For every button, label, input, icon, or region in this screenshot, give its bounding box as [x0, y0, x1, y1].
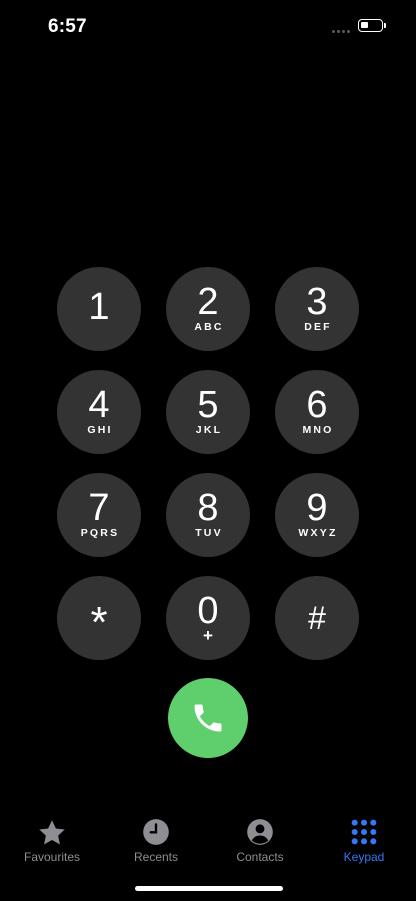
phone-icon	[194, 704, 222, 732]
key-digit: 5	[197, 384, 219, 426]
cellular-signal-icon	[332, 30, 350, 33]
key-5[interactable]: 5 JKL	[166, 370, 250, 454]
call-button[interactable]	[168, 678, 248, 758]
battery-icon	[358, 19, 383, 32]
key-digit: 8	[197, 487, 219, 529]
key-4[interactable]: 4 GHI	[57, 370, 141, 454]
tab-bar: Favourites Recents Contacts Keypad	[0, 810, 416, 870]
key-digit: 3	[306, 281, 328, 323]
tab-favourites[interactable]: Favourites	[0, 810, 104, 868]
key-letters: TUV	[195, 527, 223, 539]
key-letters: +	[203, 626, 213, 645]
key-letters: MNO	[302, 424, 334, 436]
key-7[interactable]: 7 PQRS	[57, 473, 141, 557]
key-9[interactable]: 9 WXYZ	[275, 473, 359, 557]
key-digit: 2	[197, 281, 219, 323]
key-letters: WXYZ	[298, 527, 338, 539]
key-letters: PQRS	[80, 527, 120, 539]
key-digit: 1	[88, 286, 110, 328]
key-letters: DEF	[304, 321, 332, 333]
key-digit: 0	[197, 590, 219, 632]
key-digit: #	[308, 600, 326, 636]
star-icon	[39, 820, 65, 845]
clock-icon	[143, 819, 169, 845]
key-star[interactable]: *	[57, 576, 141, 660]
key-0[interactable]: 0 +	[166, 576, 250, 660]
battery-level-fill	[361, 22, 368, 28]
key-letters: JKL	[195, 424, 223, 436]
key-digit: *	[90, 598, 108, 647]
key-letters: ABC	[194, 321, 224, 333]
status-time: 6:57	[48, 16, 87, 37]
tab-label: Favourites	[23, 850, 81, 864]
tab-label: Keypad	[343, 850, 385, 864]
key-2[interactable]: 2 ABC	[166, 267, 250, 351]
key-1[interactable]: 1	[57, 267, 141, 351]
key-digit: 9	[306, 487, 328, 529]
key-6[interactable]: 6 MNO	[275, 370, 359, 454]
status-bar: 6:57	[0, 0, 416, 56]
key-hash[interactable]: #	[275, 576, 359, 660]
tab-keypad[interactable]: Keypad	[312, 810, 416, 868]
tab-label: Recents	[133, 850, 179, 864]
tab-recents[interactable]: Recents	[104, 810, 208, 868]
key-digit: 4	[88, 384, 110, 426]
key-digit: 7	[88, 487, 110, 529]
key-digit: 6	[306, 384, 328, 426]
keypad: 1 2 ABC 3 DEF 4 GHI 5 JKL 6 MNO 7 PQRS 8…	[57, 267, 359, 660]
tab-label: Contacts	[236, 850, 284, 864]
tab-contacts[interactable]: Contacts	[208, 810, 312, 868]
key-letters: GHI	[87, 424, 113, 436]
keypad-grid-icon	[351, 819, 377, 845]
home-indicator[interactable]	[135, 886, 283, 891]
key-3[interactable]: 3 DEF	[275, 267, 359, 351]
person-circle-icon	[247, 819, 273, 845]
battery-cap	[384, 23, 386, 28]
key-8[interactable]: 8 TUV	[166, 473, 250, 557]
